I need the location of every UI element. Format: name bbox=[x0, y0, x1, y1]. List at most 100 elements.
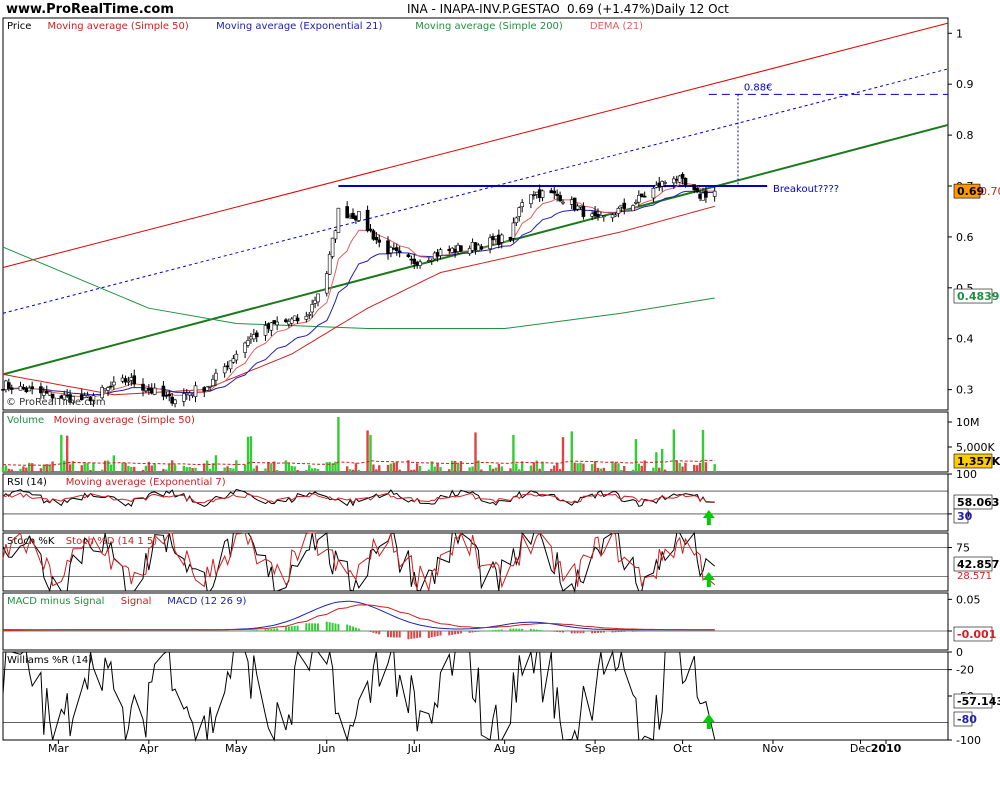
candle-body bbox=[234, 353, 239, 361]
x-tick-label: Apr bbox=[139, 742, 159, 755]
candle-body bbox=[389, 247, 393, 254]
volume-bar bbox=[497, 463, 501, 472]
volume-bar bbox=[150, 465, 153, 472]
volume-bar bbox=[308, 465, 311, 472]
macd-histogram-bar bbox=[308, 623, 311, 631]
legend-volume-0: Volume bbox=[7, 415, 44, 426]
volume-bar bbox=[611, 461, 614, 472]
volume-bar bbox=[596, 467, 600, 472]
volume-bar bbox=[7, 468, 11, 472]
tick-label-williams-3: -100 bbox=[956, 734, 981, 747]
candle-body bbox=[184, 392, 189, 395]
volume-bar bbox=[631, 469, 635, 472]
volume-bar bbox=[331, 463, 334, 472]
candle-body bbox=[1, 389, 5, 391]
macd-histogram-bar bbox=[314, 623, 317, 631]
candle-body bbox=[333, 230, 338, 240]
volume-bar bbox=[63, 460, 66, 472]
candle-body bbox=[202, 387, 207, 392]
volume-bar bbox=[561, 437, 565, 472]
candle-body bbox=[639, 193, 644, 198]
candle-body bbox=[569, 199, 574, 205]
candle-body bbox=[368, 228, 373, 231]
volume-bar bbox=[582, 463, 585, 472]
volume-bar bbox=[672, 429, 676, 472]
macd-histogram-bar bbox=[620, 631, 623, 632]
volume-bar bbox=[185, 467, 188, 472]
macd-histogram-bar bbox=[247, 630, 249, 631]
volume-bar bbox=[695, 465, 699, 472]
volume-bar bbox=[573, 462, 576, 472]
x-tick-label: May bbox=[225, 742, 248, 755]
tick-label-volume-1: 5,000K bbox=[956, 441, 995, 454]
volume-bar bbox=[369, 434, 372, 472]
stoch-current-label: 42.857 bbox=[957, 558, 999, 571]
volume-bar bbox=[92, 462, 95, 472]
volume-bar bbox=[652, 467, 655, 472]
volume-bar bbox=[450, 460, 454, 472]
candle-body bbox=[30, 386, 34, 390]
volume-bar bbox=[558, 469, 562, 472]
candle-body bbox=[266, 323, 271, 329]
candle-body bbox=[674, 178, 679, 181]
candle-body bbox=[18, 385, 23, 391]
tick-label-williams-0: 0 bbox=[956, 646, 963, 659]
volume-bar bbox=[602, 467, 606, 472]
candle-body bbox=[208, 385, 212, 388]
volume-bar bbox=[640, 465, 643, 472]
volume-bar bbox=[614, 462, 617, 472]
candle-body bbox=[307, 314, 312, 316]
candle-body bbox=[190, 393, 195, 396]
volume-bar bbox=[235, 460, 238, 472]
macd-line bbox=[3, 600, 715, 631]
candle-body bbox=[187, 392, 192, 396]
volume-bar bbox=[398, 469, 401, 472]
volume-bar bbox=[103, 460, 107, 472]
volume-bar bbox=[439, 467, 442, 472]
candle-body bbox=[642, 195, 647, 198]
volume-bar bbox=[1, 467, 5, 472]
volume-bar bbox=[255, 465, 258, 472]
volume-bar bbox=[410, 469, 413, 472]
volume-bar bbox=[378, 465, 381, 472]
macd-histogram-bar bbox=[249, 630, 252, 631]
candle-body bbox=[47, 391, 52, 396]
volume-bar bbox=[459, 461, 463, 472]
macd-histogram-bar bbox=[389, 631, 392, 638]
candle-body bbox=[170, 396, 174, 404]
macd-histogram-bar bbox=[614, 631, 617, 633]
volume-bar bbox=[168, 463, 171, 472]
candle-body bbox=[123, 378, 128, 383]
candle-body bbox=[269, 322, 274, 331]
date-label: 12 Oct bbox=[689, 2, 729, 16]
candle-body bbox=[295, 317, 300, 322]
volume-bar bbox=[681, 466, 684, 472]
volume-bar bbox=[660, 448, 664, 472]
volume-bar bbox=[293, 466, 296, 472]
quote-change: 0.69 (+1.47%) bbox=[567, 2, 655, 16]
candle-body bbox=[126, 380, 131, 383]
candle-body bbox=[619, 204, 624, 208]
macd-histogram-bar bbox=[632, 631, 634, 632]
candle-body bbox=[386, 240, 390, 255]
williams-level-label: -80 bbox=[957, 713, 977, 726]
panel-frame-williams bbox=[2, 651, 949, 741]
volume-bar bbox=[51, 461, 54, 472]
macd-histogram-bar bbox=[573, 631, 576, 634]
volume-bar bbox=[474, 432, 477, 472]
candle-body bbox=[637, 195, 641, 203]
volume-bar bbox=[208, 468, 212, 472]
macd-histogram-bar bbox=[349, 625, 352, 631]
macd-histogram-bar bbox=[521, 628, 524, 631]
volume-bar bbox=[252, 468, 256, 472]
x-tick-label: Dec bbox=[850, 742, 871, 755]
candle-body bbox=[313, 299, 317, 304]
volume-bar bbox=[188, 466, 191, 472]
volume-bar bbox=[512, 435, 515, 472]
candle-body bbox=[432, 252, 437, 260]
volume-bar bbox=[480, 469, 483, 472]
volume-bar bbox=[316, 468, 320, 472]
volume-bar bbox=[80, 465, 83, 472]
candle-body bbox=[476, 244, 481, 251]
macd-histogram-bar bbox=[634, 631, 637, 632]
